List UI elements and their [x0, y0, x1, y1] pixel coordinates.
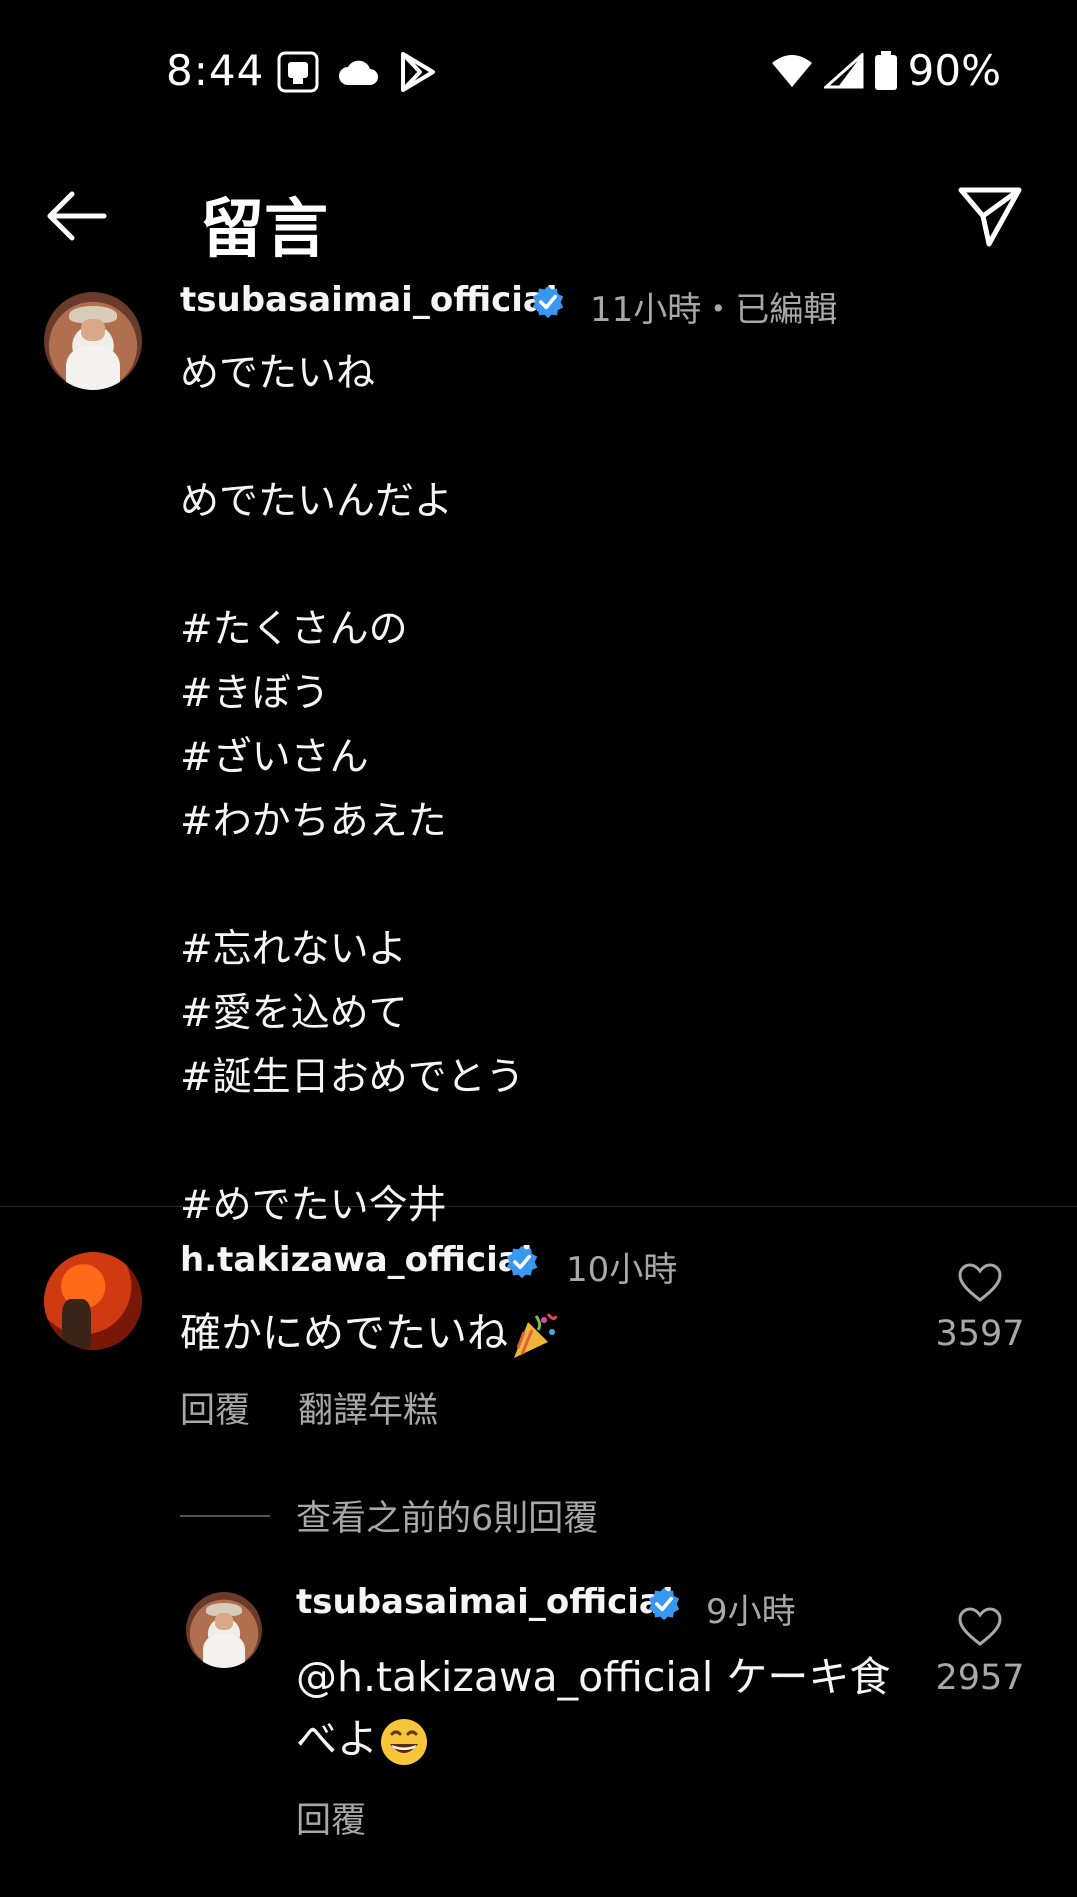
- reply-button[interactable]: 回覆: [296, 1792, 366, 1843]
- status-system-icons: 90%: [770, 46, 1001, 95]
- like-count: 3597: [935, 1314, 1025, 1354]
- comment-text-content: 確かにめでたいね: [180, 1309, 508, 1357]
- reply-text: @h.takizawa_official ケーキ食 べよ: [296, 1646, 890, 1770]
- heart-icon[interactable]: [957, 1606, 1003, 1648]
- avatar[interactable]: [44, 292, 142, 390]
- grinning-face-icon: [381, 1719, 427, 1765]
- battery-icon: [874, 50, 897, 90]
- verified-badge-icon: [532, 285, 564, 319]
- caption-username[interactable]: tsubasaimai_official: [180, 280, 558, 320]
- caption-text: めでたいね めでたいんだよ #たくさんの #きぼう #ざいさん #わかちあえた …: [180, 351, 525, 1228]
- verified-badge-icon: [506, 1245, 538, 1279]
- reply-text-line2: べよ: [296, 1715, 378, 1763]
- reply-username[interactable]: tsubasaimai_official: [296, 1582, 674, 1622]
- avatar[interactable]: [186, 1592, 262, 1668]
- send-icon: [958, 187, 1022, 247]
- like-block: 3597: [930, 1262, 1030, 1354]
- status-notification-icons: [276, 50, 436, 94]
- like-block: 2957: [930, 1606, 1030, 1698]
- wifi-icon: [771, 54, 812, 87]
- caption-meta: 11小時・已編輯: [590, 290, 838, 330]
- comments-header: 留言: [0, 160, 1077, 270]
- avatar[interactable]: [44, 1252, 142, 1350]
- reply-meta: 9小時: [706, 1592, 796, 1632]
- comment-meta: 10小時: [566, 1250, 678, 1290]
- like-count: 2957: [935, 1658, 1025, 1698]
- heart-icon[interactable]: [957, 1262, 1003, 1304]
- back-arrow-icon: [47, 191, 107, 241]
- cellular-signal-icon: [823, 52, 864, 88]
- play-store-icon: [401, 52, 435, 92]
- page-title: 留言: [200, 193, 328, 267]
- status-time: 8:44: [166, 46, 265, 95]
- comment-text: 確かにめでたいね: [180, 1302, 560, 1364]
- divider-line: [180, 1514, 270, 1517]
- post-caption: tsubasaimai_official 11小時・已編輯 めでたいね めでたい…: [0, 280, 1077, 1228]
- share-button[interactable]: [953, 180, 1025, 252]
- cloud-icon: [339, 60, 378, 85]
- reply-button[interactable]: 回覆: [180, 1382, 250, 1433]
- reply-text-line1: @h.takizawa_official ケーキ食: [296, 1653, 891, 1701]
- translate-button[interactable]: 翻譯年糕: [298, 1382, 438, 1433]
- comment-username[interactable]: h.takizawa_official: [180, 1240, 532, 1280]
- view-previous-replies-button[interactable]: 查看之前的6則回覆: [180, 1490, 598, 1541]
- back-button[interactable]: [40, 180, 112, 252]
- cast-notification-icon: [277, 51, 319, 93]
- party-popper-icon: [514, 1313, 558, 1358]
- verified-badge-icon: [648, 1587, 680, 1621]
- status-bar: 8:44 90%: [0, 0, 1077, 140]
- battery-percentage: 90%: [907, 46, 1001, 95]
- view-replies-text: 查看之前的6則回覆: [296, 1499, 599, 1539]
